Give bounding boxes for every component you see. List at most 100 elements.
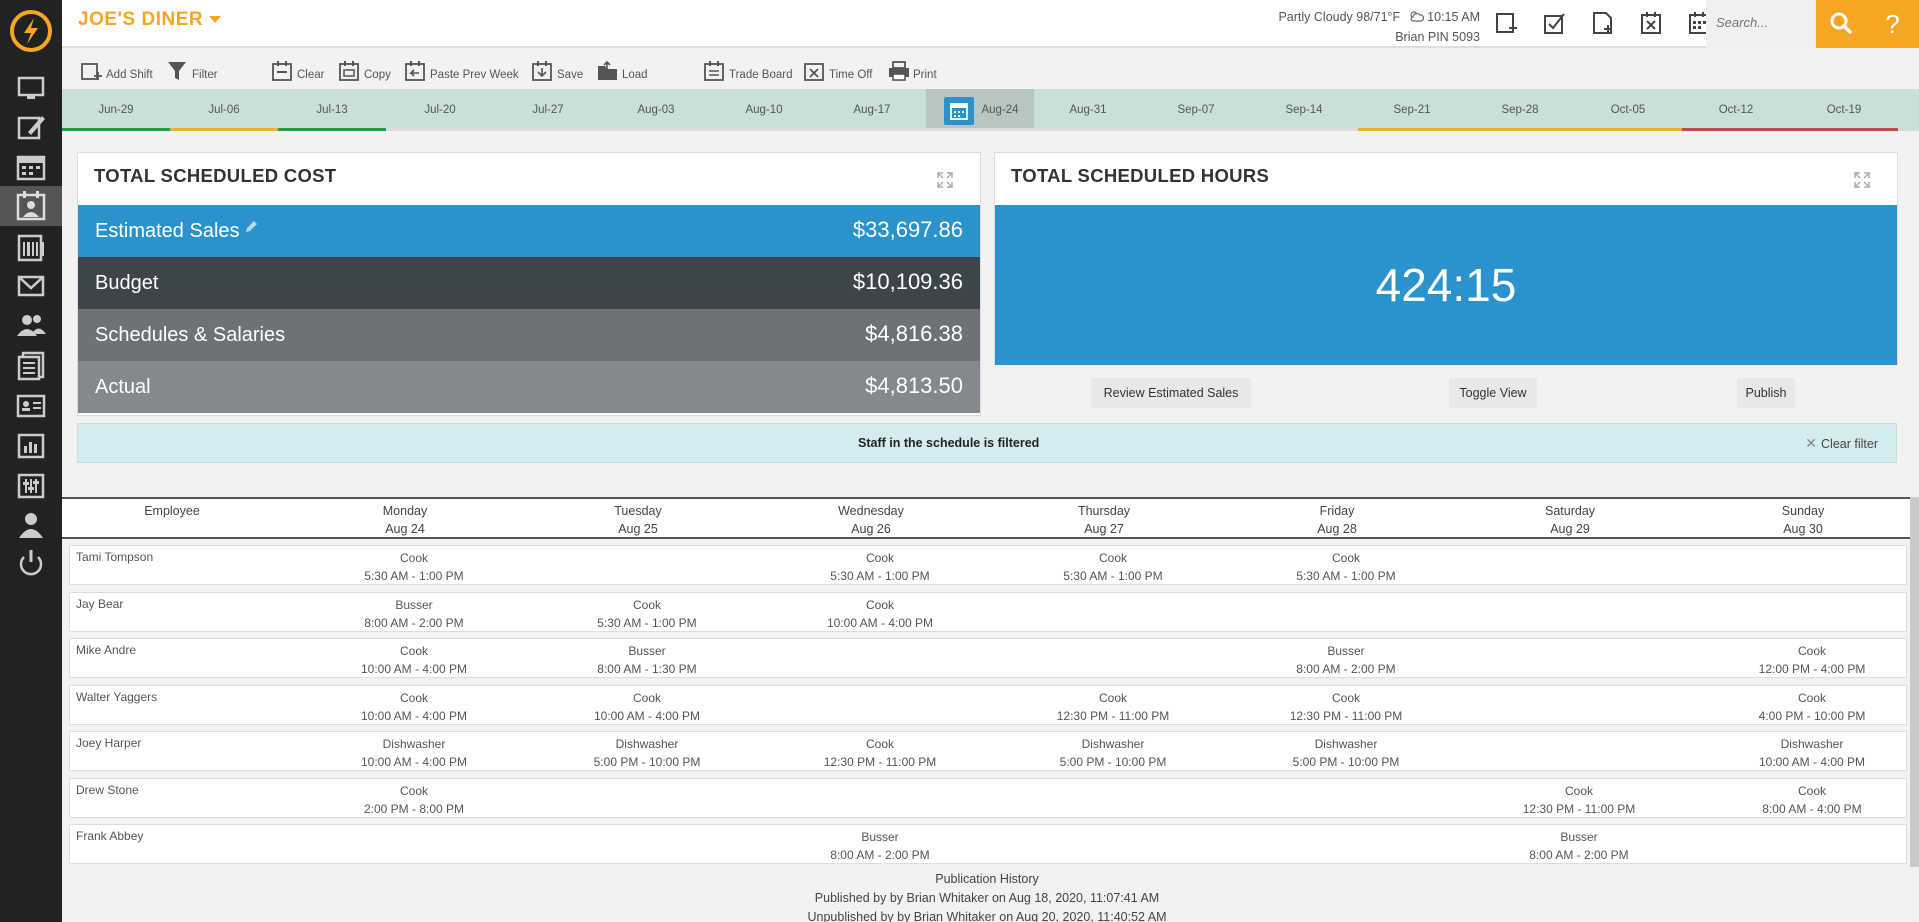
save-button[interactable]: Save — [531, 58, 583, 82]
app-logo[interactable] — [8, 8, 54, 54]
shift-role: Cook — [1564, 783, 1593, 798]
calendar-icon[interactable] — [944, 97, 974, 125]
week-oct-05[interactable]: Oct-05 — [1574, 89, 1682, 131]
week-sep-07[interactable]: Sep-07 — [1142, 89, 1250, 131]
shift-cell[interactable]: Cook 2:00 PM - 8:00 PM — [324, 782, 504, 818]
trade-board-button[interactable]: Trade Board — [703, 58, 793, 82]
employee-name[interactable]: Drew Stone — [76, 783, 139, 797]
inventory-icon[interactable] — [14, 230, 48, 264]
shift-cell[interactable]: Busser 8:00 AM - 2:00 PM — [790, 828, 970, 864]
employee-name[interactable]: Jay Bear — [76, 597, 123, 611]
copy-button[interactable]: Copy — [338, 58, 391, 82]
shift-cell[interactable]: Cook 10:00 AM - 4:00 PM — [790, 596, 970, 632]
shift-cell[interactable]: Cook 12:00 PM - 4:00 PM — [1722, 642, 1902, 678]
restaurant-selector[interactable]: JOE'S DINER — [78, 9, 222, 31]
id-card-icon[interactable] — [14, 388, 48, 422]
search-button[interactable] — [1816, 0, 1866, 48]
load-button[interactable]: Load — [596, 58, 648, 82]
week-jun-29[interactable]: Jun-29 — [62, 89, 170, 131]
power-icon[interactable] — [14, 546, 48, 580]
employee-name[interactable]: Joey Harper — [76, 736, 141, 750]
shift-cell[interactable]: Cook 4:00 PM - 10:00 PM — [1722, 689, 1902, 725]
shift-cell[interactable]: Busser 8:00 AM - 1:30 PM — [557, 642, 737, 678]
review-estimated-sales-button[interactable]: Review Estimated Sales — [1091, 378, 1251, 408]
shift-cell[interactable]: Busser 8:00 AM - 2:00 PM — [1489, 828, 1669, 864]
week-aug-31[interactable]: Aug-31 — [1034, 89, 1142, 131]
week-sep-14[interactable]: Sep-14 — [1250, 89, 1358, 131]
clear-filter-button[interactable]: ✕ Clear filter — [1805, 435, 1878, 452]
pencil-edit-icon[interactable] — [243, 219, 259, 235]
shift-cell[interactable]: Busser 8:00 AM - 2:00 PM — [324, 596, 504, 632]
shift-cell[interactable]: Dishwasher 5:00 PM - 10:00 PM — [1256, 735, 1436, 771]
check-schedule-icon[interactable] — [1542, 10, 1568, 36]
shift-cell[interactable]: Cook 5:30 AM - 1:00 PM — [790, 549, 970, 585]
expand-icon[interactable] — [1853, 171, 1871, 189]
users-icon[interactable] — [14, 308, 48, 342]
user-profile-icon[interactable] — [14, 508, 48, 542]
shift-cell[interactable]: Cook 5:30 AM - 1:00 PM — [1256, 549, 1436, 585]
reports-chart-icon[interactable] — [14, 428, 48, 462]
shift-cell[interactable]: Cook 5:30 AM - 1:00 PM — [557, 596, 737, 632]
week-aug-10[interactable]: Aug-10 — [710, 89, 818, 131]
shift-cell[interactable]: Busser 8:00 AM - 2:00 PM — [1256, 642, 1436, 678]
week-jul-27[interactable]: Jul-27 — [494, 89, 602, 131]
week-jul-20[interactable]: Jul-20 — [386, 89, 494, 131]
week-label: Aug-03 — [637, 104, 675, 116]
filter-button[interactable]: Filter — [166, 58, 218, 82]
remove-shift-icon[interactable] — [1638, 10, 1664, 36]
mail-icon[interactable] — [14, 268, 48, 302]
monitor-icon[interactable] — [14, 70, 48, 104]
shift-role: Busser — [1327, 644, 1365, 658]
publish-button[interactable]: Publish — [1737, 378, 1795, 408]
shift-cell[interactable]: Dishwasher 10:00 AM - 4:00 PM — [1722, 735, 1902, 771]
week-jul-13[interactable]: Jul-13 — [278, 89, 386, 131]
documents-icon[interactable] — [14, 348, 48, 382]
week-oct-12[interactable]: Oct-12 — [1682, 89, 1790, 131]
shift-cell[interactable]: Dishwasher 10:00 AM - 4:00 PM — [324, 735, 504, 771]
shift-cell[interactable]: Cook 10:00 AM - 4:00 PM — [324, 642, 504, 678]
shift-cell[interactable]: Cook 8:00 AM - 4:00 PM — [1722, 782, 1902, 818]
shift-cell[interactable]: Cook 12:30 PM - 11:00 PM — [790, 735, 970, 771]
shift-cell[interactable]: Cook 12:30 PM - 11:00 PM — [1489, 782, 1669, 818]
calendar-icon[interactable] — [14, 150, 48, 184]
paste-prev-week-button[interactable]: Paste Prev Week — [404, 58, 519, 82]
chevron-down-icon — [209, 16, 222, 24]
employee-name[interactable]: Mike Andre — [76, 643, 136, 657]
week-jul-06[interactable]: Jul-06 — [170, 89, 278, 131]
shift-cell[interactable]: Dishwasher 5:00 PM - 10:00 PM — [1023, 735, 1203, 771]
shift-cell[interactable]: Cook 12:30 PM - 11:00 PM — [1023, 689, 1203, 725]
week-sep-28[interactable]: Sep-28 — [1466, 89, 1574, 131]
edit-icon[interactable] — [14, 110, 48, 144]
add-note-icon[interactable] — [1590, 10, 1616, 36]
clear-button[interactable]: Clear — [271, 58, 324, 82]
time-off-button[interactable]: Time Off — [803, 58, 872, 82]
column-day: Friday — [1319, 504, 1355, 518]
shift-cell[interactable]: Cook 5:30 AM - 1:00 PM — [1023, 549, 1203, 585]
week-aug-24[interactable]: Aug-24 — [926, 89, 1034, 131]
help-button[interactable]: ? — [1866, 0, 1919, 48]
shift-cell[interactable]: Cook 10:00 AM - 4:00 PM — [324, 689, 504, 725]
expand-icon[interactable] — [936, 171, 954, 189]
actual-value: $4,813.50 — [865, 373, 963, 398]
print-button[interactable]: Print — [887, 58, 937, 82]
add-schedule-icon[interactable] — [1494, 10, 1520, 36]
scrollbar[interactable] — [1910, 497, 1919, 867]
shift-cell[interactable]: Dishwasher 5:00 PM - 10:00 PM — [557, 735, 737, 771]
toggle-view-button[interactable]: Toggle View — [1449, 378, 1537, 408]
column-header-employee[interactable]: Employee — [82, 502, 262, 520]
column-day: Monday — [382, 504, 428, 518]
add-shift-button[interactable]: Add Shift — [80, 58, 153, 82]
shift-cell[interactable]: Cook 12:30 PM - 11:00 PM — [1256, 689, 1436, 725]
employee-name[interactable]: Tami Tompson — [76, 550, 153, 564]
week-sep-21[interactable]: Sep-21 — [1358, 89, 1466, 131]
employee-name[interactable]: Walter Yaggers — [76, 690, 157, 704]
shift-cell[interactable]: Cook 10:00 AM - 4:00 PM — [557, 689, 737, 725]
week-oct-19[interactable]: Oct-19 — [1790, 89, 1898, 131]
employee-name[interactable]: Frank Abbey — [76, 829, 143, 843]
settings-sliders-icon[interactable] — [14, 468, 48, 502]
week-aug-03[interactable]: Aug-03 — [602, 89, 710, 131]
schedule-staff-icon[interactable] — [0, 186, 62, 226]
budget-row: Budget $10,109.36 — [78, 257, 980, 309]
shift-cell[interactable]: Cook 5:30 AM - 1:00 PM — [324, 549, 504, 585]
week-aug-17[interactable]: Aug-17 — [818, 89, 926, 131]
